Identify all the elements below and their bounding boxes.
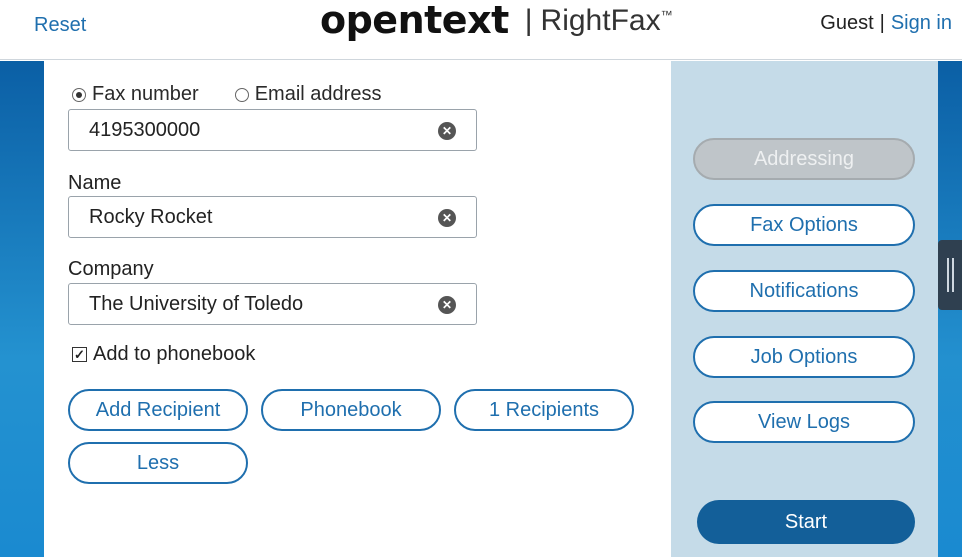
radio-unselected-icon[interactable] (234, 87, 249, 102)
brand-logo: opentext | RightFax ™ (320, 0, 673, 42)
view-logs-nav-button[interactable]: View Logs (693, 401, 915, 443)
company-field[interactable]: The University of Toledo ✕ (68, 283, 477, 325)
less-button[interactable]: Less (68, 442, 248, 484)
sign-in-link[interactable]: Sign in (891, 12, 952, 35)
radio-selected-icon[interactable] (72, 87, 86, 102)
user-name: Guest (820, 12, 874, 34)
header: Reset opentext | RightFax ™ Guest | Sign… (0, 0, 962, 60)
opentext-logo: opentext (320, 0, 509, 42)
address-type-selector: Fax number Email address (72, 83, 381, 106)
brand-separator: | (524, 4, 533, 37)
start-button[interactable]: Start (697, 500, 915, 544)
trademark-symbol: ™ (660, 8, 673, 22)
job-options-nav-button[interactable]: Job Options (693, 336, 915, 378)
user-area: Guest | Sign in (820, 12, 952, 35)
notifications-nav-button[interactable]: Notifications (693, 270, 915, 312)
drawer-handle-icon[interactable] (938, 240, 962, 310)
radio-email-address-label: Email address (254, 83, 382, 105)
side-navigation: Addressing Fax Options Notifications Job… (671, 61, 938, 557)
reset-link[interactable]: Reset (34, 14, 86, 37)
radio-email-address[interactable]: Email address (234, 83, 382, 106)
checkbox-checked-icon[interactable]: ✓ (72, 347, 87, 362)
radio-fax-number-label: Fax number (92, 83, 199, 105)
addressing-nav-button: Addressing (693, 138, 915, 180)
fax-number-field[interactable]: 4195300000 ✕ (68, 109, 477, 151)
company-label: Company (68, 258, 154, 280)
clear-name-icon[interactable]: ✕ (438, 209, 456, 227)
clear-company-icon[interactable]: ✕ (438, 296, 456, 314)
name-value: Rocky Rocket (89, 205, 213, 228)
company-value: The University of Toledo (89, 292, 304, 315)
fax-number-value: 4195300000 (89, 118, 201, 141)
clear-fax-number-icon[interactable]: ✕ (438, 122, 456, 140)
fax-options-nav-button[interactable]: Fax Options (693, 204, 915, 246)
addressing-form: Fax number Email address 4195300000 ✕ Na… (44, 61, 671, 557)
name-field[interactable]: Rocky Rocket ✕ (68, 196, 477, 238)
add-to-phonebook-label: Add to phonebook (93, 343, 256, 365)
user-separator: | (879, 12, 885, 34)
add-to-phonebook-checkbox[interactable]: ✓ Add to phonebook (72, 343, 255, 366)
radio-fax-number[interactable]: Fax number (72, 83, 199, 106)
left-decorative-band (0, 61, 44, 557)
recipients-button[interactable]: 1 Recipients (454, 389, 634, 431)
product-name: RightFax (540, 4, 661, 37)
phonebook-button[interactable]: Phonebook (261, 389, 441, 431)
name-label: Name (68, 172, 122, 194)
add-recipient-button[interactable]: Add Recipient (68, 389, 248, 431)
